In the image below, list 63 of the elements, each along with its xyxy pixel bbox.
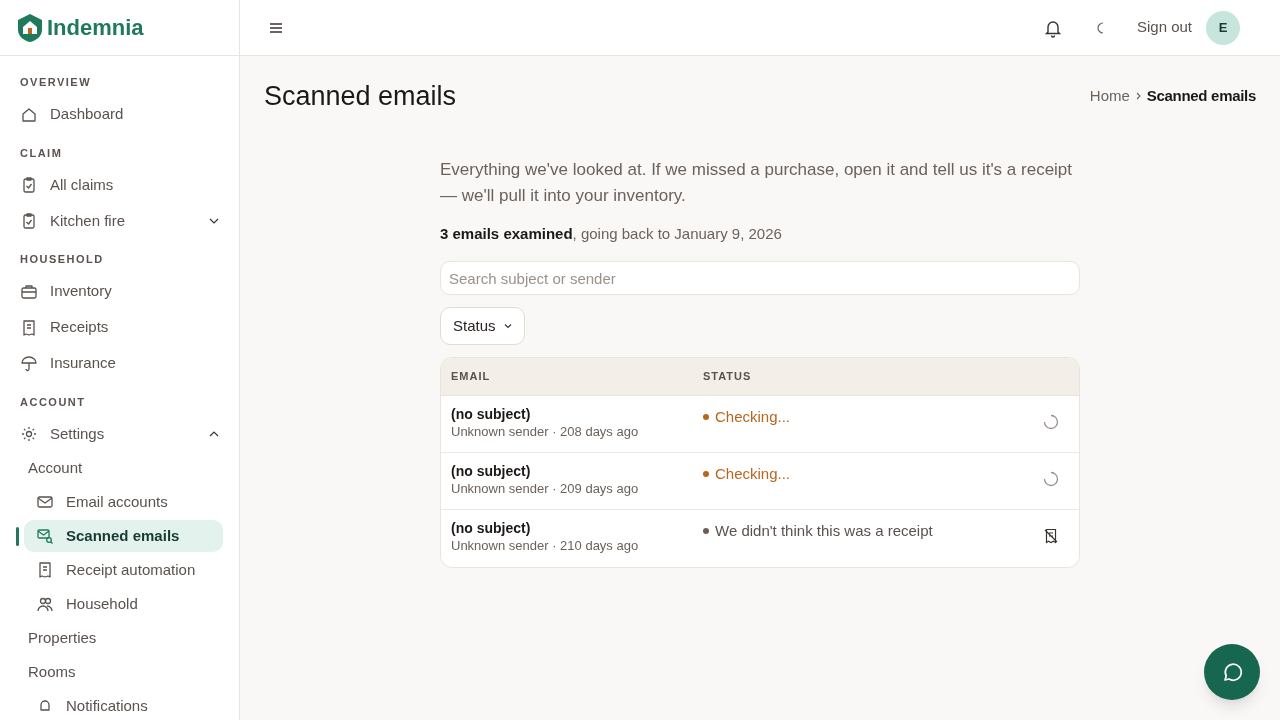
sidebar-item[interactable]: Inventory [16, 273, 223, 310]
settings-icon [20, 425, 38, 443]
sidebar-subitem[interactable]: Household [24, 588, 223, 620]
clipboard-icon [20, 212, 38, 230]
chat-button[interactable] [1204, 644, 1260, 700]
section-heading: CLAIM [19, 145, 64, 161]
sidebar-subitem[interactable]: Properties [24, 622, 223, 654]
moon-icon [1095, 21, 1106, 34]
column-header: STATUS [703, 369, 753, 385]
sidebar-item[interactable]: All claims [16, 167, 223, 203]
email-subject: (no subject) [451, 462, 532, 480]
brand-name: Indemnia [47, 14, 144, 42]
chevron-down-icon [503, 323, 512, 329]
sidebar-item[interactable]: Kitchen fire [16, 203, 223, 239]
sidebar-subitem[interactable]: Scanned emails [24, 520, 223, 552]
email-meta: Unknown sender · 210 days ago [451, 537, 640, 554]
chevron-up-icon [209, 431, 219, 437]
speech-bubble-icon [1221, 661, 1243, 683]
email-subject: (no subject) [451, 519, 532, 537]
intro-text: Everything we've looked at. If we missed a purchase, open it and tell us it's a receipt — we'll pull it into your inventory. [440, 158, 1074, 207]
email-subject: (no subject) [451, 405, 532, 423]
envelope-icon [36, 493, 54, 511]
section-heading: ACCOUNT [19, 394, 87, 410]
sidebar-item[interactable]: Settings [16, 416, 223, 452]
user-avatar[interactable]: E [1206, 10, 1240, 45]
umbrella-icon [20, 354, 38, 373]
chevron-down-icon [209, 218, 219, 224]
receipt-icon [36, 561, 54, 579]
breadcrumb-current: Scanned emails [1146, 86, 1256, 106]
chevron-right-icon [1135, 92, 1141, 101]
email-meta: Unknown sender · 209 days ago [451, 480, 640, 497]
clipboard-icon [20, 176, 38, 194]
sidebar-subitem[interactable]: Rooms [24, 656, 223, 688]
summary-text: 3 emails examined, going back to January 9, 2026 [440, 223, 783, 244]
active-indicator [16, 527, 19, 546]
receipt-off-button[interactable] [1043, 528, 1059, 544]
column-header: EMAIL [450, 369, 492, 385]
sign-out-link[interactable]: Sign out [1136, 16, 1192, 39]
sidebar-item[interactable]: Insurance [16, 345, 223, 382]
page-title: Scanned emails [264, 80, 457, 113]
sidebar-subitem[interactable]: Email accounts [24, 486, 223, 518]
receipt-icon [20, 318, 38, 337]
loading-spinner-icon [1043, 471, 1059, 487]
breadcrumb-link[interactable]: Home [1089, 85, 1130, 108]
sidebar-subitem[interactable]: Notifications [24, 690, 223, 720]
status-filter[interactable]: Status [440, 307, 525, 345]
people-icon [36, 595, 54, 613]
search-field[interactable]: Search subject or sender [440, 261, 1080, 295]
section-heading: HOUSEHOLD [19, 252, 105, 267]
sidebar-subitem[interactable]: Receipt automation [24, 554, 223, 586]
sidebar-item[interactable]: Dashboard [16, 96, 223, 133]
briefcase-icon [20, 282, 38, 301]
email-meta: Unknown sender · 208 days ago [451, 423, 640, 440]
status-text: Checking... [715, 464, 791, 484]
sidebar-item[interactable]: Receipts [16, 309, 223, 346]
section-heading: OVERVIEW [19, 75, 93, 90]
status-text: Checking... [715, 407, 791, 427]
sidebar-subitem[interactable]: Account [24, 452, 223, 484]
logo-icon [17, 12, 43, 43]
status-text: We didn't think this was a receipt [715, 521, 933, 541]
receipt-off-icon [1043, 528, 1059, 544]
envelope-search-icon [36, 527, 54, 545]
loading-spinner-icon [1043, 414, 1059, 430]
